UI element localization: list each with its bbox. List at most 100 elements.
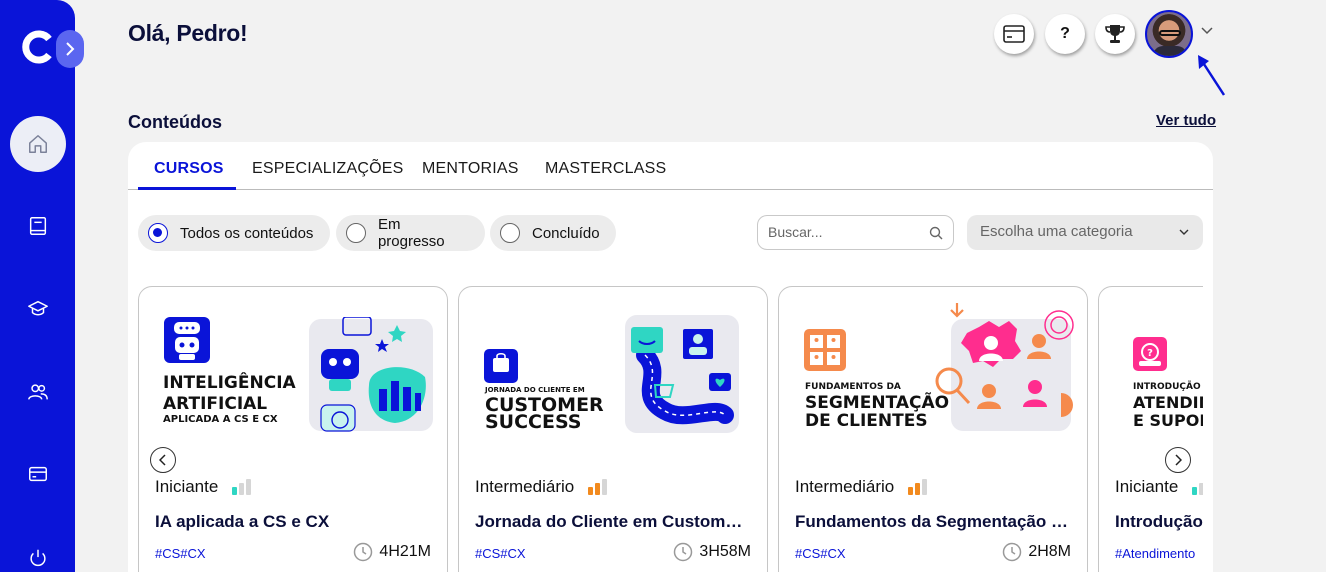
filter-completed[interactable]: Concluído <box>490 215 616 251</box>
radio-all[interactable] <box>148 223 168 243</box>
course-level-label: Intermediário <box>475 477 575 496</box>
course-level: Iniciante <box>1115 477 1212 497</box>
credit-card-icon <box>29 466 47 482</box>
customer-journey-illustration <box>625 315 739 433</box>
course-tags: #CS#CX <box>475 546 526 561</box>
thumb-title-line1: INTELIGÊNCIA <box>163 373 296 393</box>
chevron-right-icon <box>1175 454 1182 466</box>
course-title: IA aplicada a CS e CX <box>155 512 330 531</box>
filter-all-label: Todos os conteúdos <box>180 224 314 242</box>
course-card[interactable]: FUNDAMENTOS DA SEGMENTAÇÃO DE CLIENTES I… <box>778 286 1088 572</box>
sidebar <box>0 0 84 572</box>
help-icon: ? <box>1060 25 1070 42</box>
sidebar-item-courses[interactable] <box>10 281 66 337</box>
ai-illustration <box>309 317 433 432</box>
filter-all[interactable]: Todos os conteúdos <box>138 215 330 251</box>
course-tags: #CS#CX <box>795 546 846 561</box>
credit-card-icon <box>1003 25 1025 43</box>
sidebar-item-home[interactable] <box>10 116 66 172</box>
section-title: Conteúdos <box>128 112 222 132</box>
trophy-icon <box>1105 25 1125 43</box>
radio-in-progress[interactable] <box>346 223 366 243</box>
segmentation-illustration <box>935 303 1074 431</box>
search-input[interactable] <box>768 224 918 240</box>
sidebar-expand-button[interactable] <box>56 30 84 68</box>
book-icon <box>29 217 47 235</box>
thumb-title-line2: ATENDIMENTO <box>1133 393 1213 412</box>
category-select[interactable]: Escolha uma categoria <box>967 215 1203 250</box>
clock-icon <box>674 542 693 562</box>
course-duration: 2H8M <box>1002 542 1071 562</box>
thumb-title-line3: APLICADA A CS E CX <box>163 414 278 425</box>
support-chat-icon: ? <box>1133 337 1167 371</box>
chevron-left-icon <box>159 454 166 466</box>
course-card[interactable]: ? INTRODUÇÃO A ATENDIMENTO E SUPORTE Ini… <box>1098 286 1213 572</box>
course-thumbnail: INTELIGÊNCIA ARTIFICIAL APLICADA A CS E … <box>149 299 439 449</box>
course-level-label: Iniciante <box>155 477 219 496</box>
sidebar-item-community[interactable] <box>10 364 66 420</box>
app-logo <box>22 30 52 64</box>
shopping-bag-icon <box>484 349 518 383</box>
sidebar-item-payments[interactable] <box>10 446 66 502</box>
thumb-title-line3: DE CLIENTES <box>805 411 928 431</box>
avatar-shirt <box>1153 46 1187 56</box>
course-thumbnail: JORNADA DO CLIENTE EM CUSTOMER SUCCESS <box>469 299 759 449</box>
users-icon <box>28 384 48 400</box>
help-button[interactable]: ? <box>1045 14 1085 54</box>
course-duration-value: 4H21M <box>379 543 431 560</box>
tab-cursos[interactable]: CURSOS <box>154 160 224 178</box>
payments-button[interactable] <box>994 14 1034 54</box>
clock-icon <box>354 542 373 562</box>
tab-mentorias[interactable]: MENTORIAS <box>422 160 519 178</box>
chevron-right-icon <box>66 42 75 56</box>
tab-especializacoes[interactable]: ESPECIALIZAÇÕES <box>252 160 404 178</box>
robot-chat-icon <box>164 317 210 363</box>
course-title: Jornada do Cliente em Customer Success <box>475 512 750 531</box>
graduation-cap-icon <box>28 300 48 316</box>
achievements-button[interactable] <box>1095 14 1135 54</box>
thumb-title-line1: FUNDAMENTOS DA <box>805 382 901 392</box>
pointer-arrow-icon <box>1198 55 1226 96</box>
chevron-down-icon <box>1179 229 1189 235</box>
radio-completed[interactable] <box>500 223 520 243</box>
chevron-down-icon[interactable] <box>1200 26 1214 36</box>
course-level: Iniciante <box>155 477 252 497</box>
level-bars-icon <box>232 479 252 495</box>
course-card[interactable]: INTELIGÊNCIA ARTIFICIAL APLICADA A CS E … <box>138 286 448 572</box>
course-thumbnail: ? INTRODUÇÃO A ATENDIMENTO E SUPORTE <box>1109 299 1213 449</box>
power-icon <box>30 549 46 567</box>
course-title: Fundamentos da Segmentação de Clientes <box>795 512 1070 531</box>
course-tags: #CS#CX <box>155 546 206 561</box>
svg-text:?: ? <box>1147 348 1153 359</box>
search-icon <box>929 226 943 240</box>
thumb-title-line2: ARTIFICIAL <box>163 394 268 414</box>
search-field[interactable] <box>757 215 954 250</box>
carousel-edge <box>1203 282 1213 572</box>
course-duration: 4H21M <box>353 542 431 562</box>
course-level-label: Intermediário <box>795 477 895 496</box>
course-card[interactable]: JORNADA DO CLIENTE EM CUSTOMER SUCCESS I… <box>458 286 768 572</box>
avatar-glasses <box>1159 30 1181 36</box>
course-title: Introdução ao Atendimento e Suporte <box>1115 512 1213 531</box>
sidebar-item-logout[interactable] <box>10 530 66 572</box>
thumb-title-line3: E SUPORTE <box>1133 411 1213 430</box>
sidebar-item-contents[interactable] <box>10 198 66 254</box>
home-icon <box>29 135 47 153</box>
filter-completed-label: Concluído <box>532 224 600 242</box>
tab-masterclass[interactable]: MASTERCLASS <box>545 160 666 178</box>
carousel-prev-button[interactable] <box>150 447 176 473</box>
thumb-title-line1: INTRODUÇÃO A <box>1133 382 1211 392</box>
course-duration-value: 2H8M <box>1028 543 1071 560</box>
see-all-link[interactable]: Ver tudo <box>1156 112 1216 129</box>
user-avatar[interactable] <box>1145 10 1193 58</box>
active-tab-indicator <box>138 187 236 190</box>
course-duration-value: 3H58M <box>699 543 751 560</box>
filter-in-progress[interactable]: Em progresso <box>336 215 485 251</box>
greeting: Olá, Pedro! <box>128 20 248 46</box>
clock-icon <box>1003 542 1022 562</box>
filter-in-progress-label: Em progresso <box>377 216 445 250</box>
thumb-title-line3: SUCCESS <box>485 411 582 433</box>
course-level: Intermediário <box>475 477 608 497</box>
course-level: Intermediário <box>795 477 928 497</box>
carousel-next-button[interactable] <box>1165 447 1191 473</box>
